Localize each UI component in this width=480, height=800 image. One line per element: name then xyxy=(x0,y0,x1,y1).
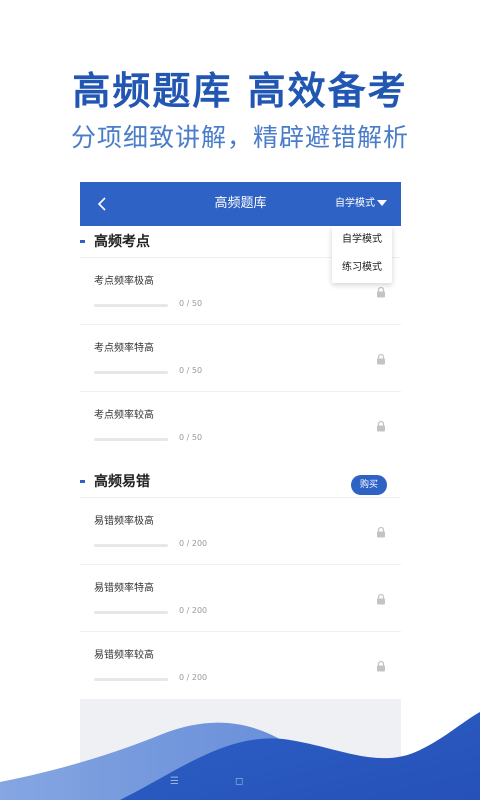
mode-selector[interactable]: 自学模式 xyxy=(335,182,387,226)
promo-subtitle: 分项细致讲解，精辟避错解析 xyxy=(70,123,409,152)
lock-icon xyxy=(377,526,385,538)
item-title: 考点频率较高 xyxy=(94,410,154,421)
back-button[interactable] xyxy=(92,182,112,226)
list-item[interactable]: 易错频率较高 0 / 200 xyxy=(80,632,401,699)
menu-icon[interactable]: ☰ xyxy=(170,776,179,787)
buy-button[interactable]: 购买 xyxy=(351,475,387,495)
section-header: 高频易错 购买 xyxy=(80,466,401,498)
lock-icon xyxy=(377,286,385,298)
lock-icon xyxy=(377,353,385,365)
item-count: 0 / 200 xyxy=(179,539,208,548)
item-title: 易错频率极高 xyxy=(94,516,154,527)
lock-icon xyxy=(377,420,385,432)
section-marker xyxy=(80,240,85,243)
section-high-frequency-errors: 高频易错 购买 易错频率极高 0 / 200 易错频率特高 0 / 200 易错… xyxy=(80,466,401,699)
item-title: 易错频率较高 xyxy=(94,650,154,661)
item-title: 考点频率特高 xyxy=(94,343,154,354)
menu-item-self-study[interactable]: 自学模式 xyxy=(332,226,392,254)
progress-bar xyxy=(94,611,168,614)
list-item[interactable]: 考点频率特高 0 / 50 xyxy=(80,325,401,392)
list-item[interactable]: 考点频率较高 0 / 50 xyxy=(80,392,401,459)
bottom-toolbar: ☰ ◻ xyxy=(80,776,401,796)
item-title: 考点频率极高 xyxy=(94,276,154,287)
item-count: 0 / 50 xyxy=(179,299,203,308)
section-title: 高频考点 xyxy=(94,234,150,250)
triangle-down-icon xyxy=(377,200,387,206)
menu-item-practice[interactable]: 练习模式 xyxy=(332,254,392,282)
section-title: 高频易错 xyxy=(94,474,150,490)
progress-bar xyxy=(94,371,168,374)
progress-bar xyxy=(94,678,168,681)
progress-bar xyxy=(94,544,168,547)
home-icon[interactable]: ◻ xyxy=(235,776,243,787)
progress-bar xyxy=(94,438,168,441)
navbar: 高频题库 自学模式 xyxy=(80,182,401,226)
item-count: 0 / 50 xyxy=(179,366,203,375)
mode-label: 自学模式 xyxy=(335,198,375,209)
mode-dropdown-menu: 自学模式 练习模式 xyxy=(332,226,392,283)
item-count: 0 / 200 xyxy=(179,673,208,682)
chevron-left-icon xyxy=(97,197,106,211)
section-marker xyxy=(80,480,85,483)
item-count: 0 / 50 xyxy=(179,433,203,442)
item-title: 易错频率特高 xyxy=(94,583,154,594)
progress-bar xyxy=(94,304,168,307)
promo-title: 高频题库 高效备考 xyxy=(72,69,408,113)
list-item[interactable]: 易错频率特高 0 / 200 xyxy=(80,565,401,632)
list-item[interactable]: 易错频率极高 0 / 200 xyxy=(80,498,401,565)
lock-icon xyxy=(377,593,385,605)
lock-icon xyxy=(377,660,385,672)
item-count: 0 / 200 xyxy=(179,606,208,615)
